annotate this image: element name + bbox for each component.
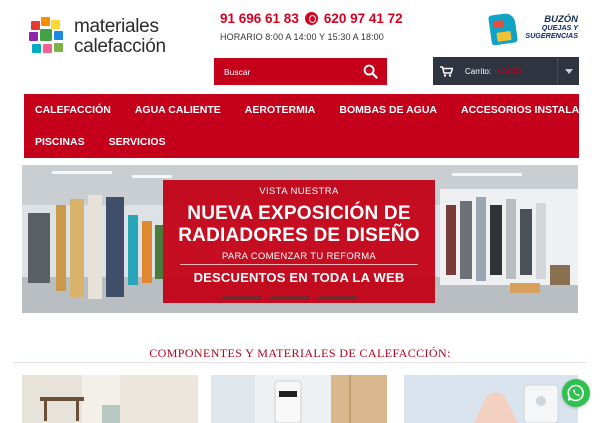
logo-line1: materiales	[74, 16, 159, 37]
chevron-down-icon[interactable]	[557, 57, 579, 85]
hero-promo-box: VISTA NUESTRA NUEVA EXPOSICIÓN DE RADIAD…	[163, 180, 435, 303]
search-bar[interactable]: Buscar	[214, 58, 387, 85]
nav-item-calefaccion[interactable]: CALEFACCIÓN	[24, 104, 122, 116]
nav-row-2: PISCINAS SERVICIOS	[24, 126, 177, 158]
cart-button[interactable]: Carrito: VACÍO	[433, 57, 579, 85]
mailbox-label-line3: SUGERENCIAS	[525, 31, 578, 41]
slider-dots	[222, 296, 358, 300]
slider-dot[interactable]	[270, 296, 310, 300]
section-divider	[13, 362, 587, 363]
cart-label: Carrito:	[465, 66, 492, 76]
whatsapp-number[interactable]: 620 97 41 72	[324, 11, 403, 26]
category-card-image	[404, 375, 578, 423]
main-nav: CALEFACCIÓN AGUA CALIENTE AEROTERMIA BOM…	[24, 94, 600, 158]
hero-banner[interactable]: VISTA NUESTRA NUEVA EXPOSICIÓN DE RADIAD…	[22, 165, 578, 313]
hero-title: NUEVA EXPOSICIÓN DE RADIADORES DE DISEÑO	[163, 203, 435, 247]
whatsapp-icon	[304, 12, 318, 25]
slider-dot[interactable]	[222, 296, 262, 300]
hero-cta[interactable]: DESCUENTOS EN TODA LA WEB	[163, 270, 435, 285]
logo-mark-icon	[29, 17, 69, 57]
hero-kicker: VISTA NUESTRA	[259, 186, 339, 197]
nav-row-1: CALEFACCIÓN AGUA CALIENTE AEROTERMIA BOM…	[24, 94, 600, 126]
whatsapp-chat-button[interactable]	[562, 379, 590, 407]
hero-divider	[180, 264, 418, 265]
phone-number[interactable]: 91 696 61 83	[220, 11, 299, 26]
whatsapp-icon	[567, 384, 584, 402]
site-logo[interactable]: materiales calefacción	[29, 17, 199, 59]
nav-item-agua-caliente[interactable]: AGUA CALIENTE	[122, 104, 232, 116]
nav-item-aerotermia[interactable]: AEROTERMIA	[232, 104, 327, 116]
search-icon[interactable]	[363, 64, 378, 79]
category-card-image	[22, 375, 198, 423]
slider-dot[interactable]	[318, 296, 358, 300]
category-card[interactable]	[22, 375, 198, 423]
contact-phones: 91 696 61 83 620 97 41 72	[220, 11, 403, 26]
hero-title-line1: NUEVA EXPOSICIÓN DE	[187, 203, 411, 224]
category-card-image	[211, 375, 387, 423]
category-cards	[22, 375, 578, 423]
cart-status: VACÍO	[497, 66, 522, 76]
hero-subtitle: PARA COMENZAR TU REFORMA	[221, 251, 377, 262]
logo-text: materiales calefacción	[74, 17, 166, 57]
category-card[interactable]	[211, 375, 387, 423]
opening-hours: HORARIO 8:00 A 14:00 Y 15:30 A 18:00	[220, 32, 384, 42]
nav-item-piscinas[interactable]: PISCINAS	[24, 136, 96, 148]
logo-line2: calefacción	[74, 36, 166, 57]
mailbox-label: BUZÓN QUEJAS Y SUGERENCIAS	[512, 15, 578, 41]
nav-item-servicios[interactable]: SERVICIOS	[96, 136, 177, 148]
section-title: COMPONENTES Y MATERIALES DE CALEFACCIÓN:	[149, 346, 451, 360]
search-input[interactable]: Buscar	[224, 67, 250, 77]
category-card[interactable]	[404, 375, 578, 423]
nav-item-bombas-de-agua[interactable]: BOMBAS DE AGUA	[326, 104, 448, 116]
hero-title-line2: RADIADORES DE DISEÑO	[178, 225, 420, 246]
complaints-mailbox-link[interactable]: BUZÓN QUEJAS Y SUGERENCIAS	[488, 10, 580, 50]
nav-item-accesorios-instalacion[interactable]: ACCESORIOS INSTALACIÓN	[448, 104, 600, 116]
cart-icon	[433, 57, 459, 85]
